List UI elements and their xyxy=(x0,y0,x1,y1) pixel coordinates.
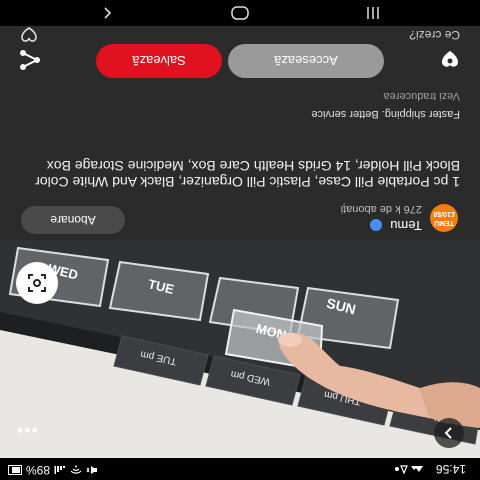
android-nav-bar xyxy=(0,0,480,26)
comment-prompt: Ce crezi? xyxy=(409,28,460,42)
heart-outline-icon[interactable] xyxy=(20,26,38,42)
shipping-text: Faster shipping. Better service xyxy=(311,108,460,120)
chevron-right-icon xyxy=(444,427,452,439)
subscribe-button[interactable]: Abonare xyxy=(21,206,125,234)
channel-name[interactable]: Temu xyxy=(390,218,422,233)
product-title: 1 pc Portable Pill Case, Plastic Pill Or… xyxy=(35,158,460,190)
pin-info-panel: TEMU £10/$8 Temu 276 k de abonați Abonare… xyxy=(0,26,480,240)
battery-icon xyxy=(8,465,22,475)
logo-text: TEMU xyxy=(434,219,454,226)
action-row: Accesează Salvează xyxy=(0,40,480,80)
reaction-heart-icon[interactable] xyxy=(438,48,462,72)
channel-row: TEMU £10/$8 Temu 276 k de abonați Abonare xyxy=(0,196,480,240)
status-right: 89% xyxy=(8,463,98,477)
back-icon[interactable] xyxy=(100,6,114,20)
status-time: 14:56 xyxy=(435,462,466,476)
more-options-button[interactable]: ••• xyxy=(16,419,38,440)
pill-organizer-photo: FRI pm THU pm WED pm TUE pm SUN MON TUE … xyxy=(0,240,480,458)
next-image-button[interactable] xyxy=(434,418,464,448)
translate-link[interactable]: Vezi traducerea xyxy=(384,90,460,102)
mute-icon xyxy=(86,466,98,474)
pin-closeup-screen: 14:56 89% FRI pm xyxy=(0,0,480,480)
comment-prompt-row[interactable]: Ce crezi? xyxy=(0,24,480,44)
logo-sub: £10/$8 xyxy=(433,210,455,217)
status-bar: 14:56 89% xyxy=(0,458,480,480)
product-image[interactable]: FRI pm THU pm WED pm TUE pm SUN MON TUE … xyxy=(0,240,480,458)
subscriber-count: 276 k de abonați xyxy=(340,203,422,215)
wifi-icon xyxy=(70,465,82,474)
access-button[interactable]: Accesează xyxy=(228,44,384,78)
battery-percent: 89% xyxy=(26,463,51,477)
home-icon[interactable] xyxy=(231,6,249,20)
share-icon[interactable] xyxy=(18,48,42,72)
verified-badge-icon xyxy=(370,219,382,231)
temu-logo[interactable]: TEMU £10/$8 xyxy=(430,204,458,232)
signal-icon xyxy=(54,466,66,474)
recent-apps-icon[interactable] xyxy=(366,6,380,20)
lens-icon xyxy=(28,274,46,292)
visual-search-button[interactable] xyxy=(16,262,58,304)
save-button[interactable]: Salvează xyxy=(96,44,222,78)
notification-icons xyxy=(395,465,423,475)
